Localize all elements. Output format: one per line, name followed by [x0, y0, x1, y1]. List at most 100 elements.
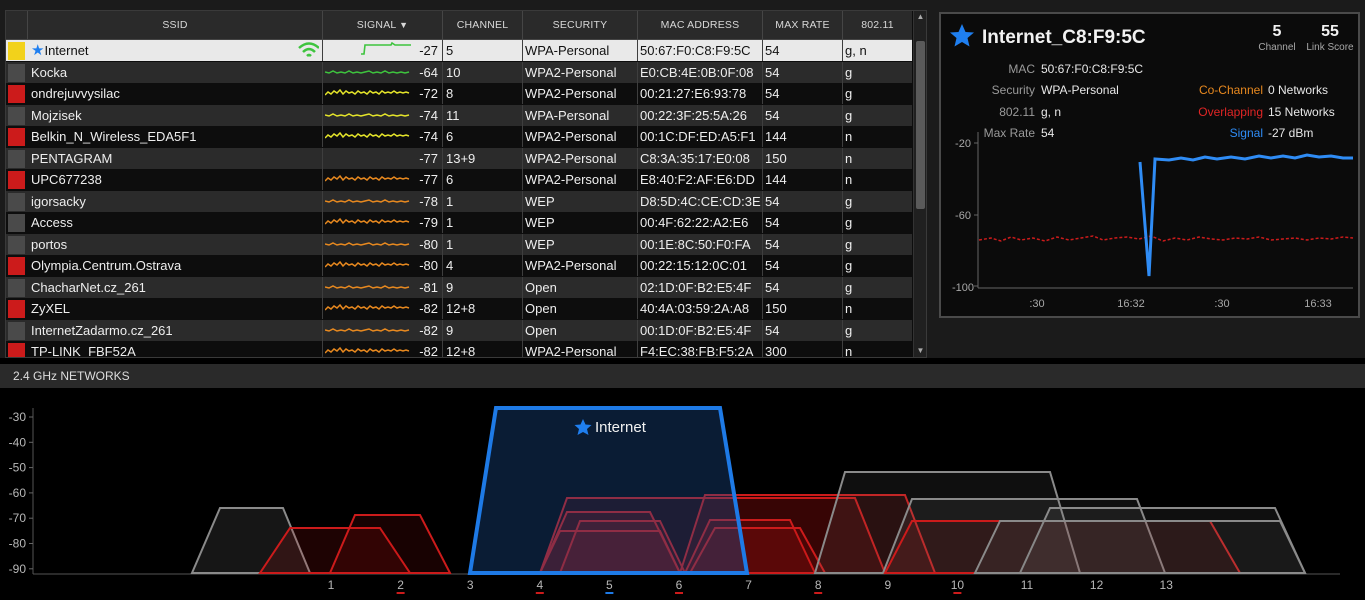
ssid-text: Olympia.Centrum.Ostrava	[31, 258, 182, 273]
mode-cell: g	[845, 279, 853, 295]
y-tick-label: -50	[9, 461, 27, 475]
graph-header: 2.4 GHz NETWORKS	[0, 364, 1365, 388]
security-cell: Open	[525, 301, 557, 316]
ssid-text: UPC677238	[31, 172, 102, 187]
wifi-signal-icon	[298, 42, 319, 57]
table-row[interactable]: igorsacky -78 1 WEP D8:5D:4C:CE:CD:3E 54 g	[6, 190, 912, 212]
signal-cell: -72	[323, 83, 442, 104]
max-rate-cell: 54	[765, 322, 780, 338]
column-header-max-rate[interactable]: MAX RATE	[762, 11, 842, 39]
ssid-cell: ChacharNet.cz_261	[29, 277, 319, 298]
y-tick-label: -100	[952, 282, 974, 294]
mac-cell: C8:3A:35:17:E0:08	[640, 150, 750, 166]
mac-label: MAC	[1008, 62, 1035, 76]
max-rate-cell: 54	[765, 236, 780, 252]
mac-cell: 00:1E:8C:50:F0:FA	[640, 236, 751, 252]
mode-cell: n	[845, 150, 853, 166]
column-header-mode[interactable]: 802.11	[842, 11, 912, 39]
channel-cell: 12+8	[446, 344, 476, 358]
mode-cell: n	[845, 301, 853, 316]
overlapping-label: Overlapping	[1198, 105, 1263, 119]
table-row[interactable]: Olympia.Centrum.Ostrava -80 4 WPA2-Personal…	[6, 255, 912, 276]
table-row[interactable]: ZyXEL -82 12+8 Open 40:4A:03:59:2A:A8 150 n	[6, 298, 912, 319]
mode-cell: g	[845, 86, 853, 101]
table-row[interactable]: ★Internet -27 5 WPA-Personal 50:67:F0:C8:F9:…	[6, 40, 912, 61]
highlight-network-name: Internet	[595, 419, 647, 436]
co-channel-label: Co-Channel	[1199, 83, 1263, 97]
network-detail-panel: Internet_C8:F9:5C 5 Channel 55 Link Scor…	[939, 12, 1360, 318]
mode-cell: n	[845, 129, 853, 144]
column-header-ssid[interactable]: SSID	[27, 11, 322, 39]
channel-cell: 1	[446, 215, 454, 230]
overlapping-value: 15 Networks	[1268, 105, 1335, 119]
channel-tick-label: 11	[1021, 578, 1034, 592]
network-color-swatch	[8, 343, 25, 357]
table-row[interactable]: UPC677238 -77 6 WPA2-Personal E8:40:F2:AF:E6…	[6, 169, 912, 190]
table-row[interactable]: ondrejuvvysilac -72 8 WPA2-Personal 00:21:27…	[6, 83, 912, 104]
max-rate-cell: 144	[765, 172, 787, 187]
ssid-text: InternetZadarmo.cz_261	[31, 322, 173, 338]
max-rate-cell: 54	[765, 86, 780, 101]
network-color-swatch	[8, 321, 25, 340]
network-color-swatch	[8, 42, 25, 60]
ssid-cell: Mojzisek	[29, 105, 319, 126]
ssid-cell: PENTAGRAM	[29, 148, 319, 169]
channel-cell: 11	[446, 107, 460, 123]
max-rate-cell: 144	[765, 129, 787, 144]
table-row[interactable]: Belkin_N_Wireless_EDA5F1 -74 6 WPA2-Persona…	[6, 126, 912, 147]
column-header-security[interactable]: SECURITY	[522, 11, 637, 39]
y-tick-label: -90	[9, 562, 27, 576]
mac-value: 50:67:F0:C8:F9:5C	[1041, 62, 1143, 76]
security-value: WPA-Personal	[1041, 83, 1119, 97]
signal-cell: -78	[323, 191, 442, 212]
column-header-signal-label: SIGNAL	[356, 19, 397, 31]
max-rate-cell: 54	[765, 279, 780, 295]
signal-value: -72	[419, 86, 438, 101]
column-header-signal[interactable]: SIGNAL ▼	[322, 11, 442, 39]
ssid-cell: TP-LINK_FBF52A	[29, 341, 319, 357]
x-tick-label: :30	[1029, 298, 1044, 310]
mac-cell: 00:1D:0F:B2:E5:4F	[640, 322, 752, 338]
mode-cell: g	[845, 107, 853, 123]
network-color-swatch	[8, 214, 25, 232]
signal-value: -80	[419, 236, 438, 252]
scroll-down-icon[interactable]: ▼	[914, 345, 926, 357]
table-row[interactable]: ChacharNet.cz_261 -81 9 Open 02:1D:0F:B2:E5:…	[6, 276, 912, 298]
channel-value: 5	[1273, 23, 1282, 40]
table-row[interactable]: Access -79 1 WEP 00:4F:62:22:A2:E6 54 g	[6, 212, 912, 233]
y-tick-label: -40	[9, 435, 27, 449]
channel-cell: 6	[446, 172, 454, 187]
security-cell: WEP	[525, 236, 555, 252]
channel-tick-label: 1	[328, 578, 335, 592]
table-row[interactable]: InternetZadarmo.cz_261 -82 9 Open 00:1D:0F:B…	[6, 319, 912, 341]
ssid-text: Access	[31, 215, 73, 230]
column-header-channel[interactable]: CHANNEL	[442, 11, 522, 39]
table-row[interactable]: PENTAGRAM -77 13+9 WPA2-Personal C8:3A:35:17…	[6, 147, 912, 169]
table-row[interactable]: Mojzisek -74 11 WPA-Personal 00:22:3F:25:5A:…	[6, 104, 912, 126]
scrollbar[interactable]: ▲ ▼	[913, 11, 926, 357]
ssid-text: Internet	[44, 43, 89, 58]
max-rate-cell: 54	[765, 43, 780, 58]
security-cell: Open	[525, 322, 557, 338]
mac-cell: 00:22:3F:25:5A:26	[640, 107, 747, 123]
network-color-swatch	[8, 257, 25, 275]
table-row[interactable]: Kocka -64 10 WPA2-Personal E0:CB:4E:0B:0F:08…	[6, 61, 912, 83]
color-column-header	[6, 11, 27, 39]
network-color-swatch	[8, 149, 25, 168]
column-header-mac[interactable]: MAC ADDRESS	[637, 11, 762, 39]
ssid-cell: InternetZadarmo.cz_261	[29, 320, 319, 341]
signal-value: -78	[419, 193, 438, 209]
security-cell: WPA2-Personal	[525, 150, 617, 166]
signal-cell: -80	[323, 255, 442, 276]
security-cell: Open	[525, 279, 557, 295]
ssid-cell: ondrejuvvysilac	[29, 83, 319, 104]
security-cell: WEP	[525, 215, 555, 230]
scroll-up-icon[interactable]: ▲	[914, 11, 926, 23]
table-row[interactable]: portos -80 1 WEP 00:1E:8C:50:F0:FA 54 g	[6, 233, 912, 255]
scroll-thumb[interactable]	[916, 41, 925, 209]
signal-cell: -82	[323, 320, 442, 341]
rate-value: 54	[1041, 126, 1055, 140]
mode-cell: n	[845, 172, 853, 187]
channel-cell: 4	[446, 258, 454, 273]
table-row[interactable]: TP-LINK_FBF52A -82 12+8 WPA2-Personal F4:EC:…	[6, 341, 912, 358]
